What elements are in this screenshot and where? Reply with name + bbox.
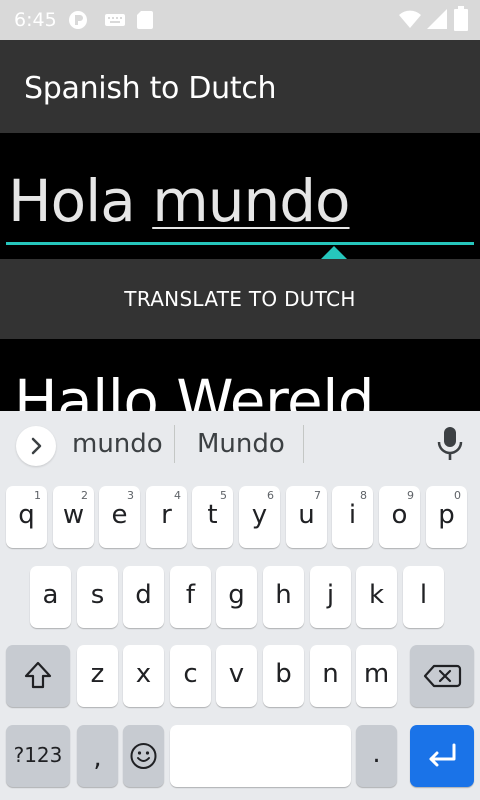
key-l[interactable]: l — [403, 566, 444, 628]
keyboard-icon — [105, 14, 125, 26]
wifi-icon — [399, 10, 421, 28]
enter-icon — [429, 743, 456, 767]
key-w[interactable]: 2w — [53, 486, 94, 548]
suggestion-divider — [174, 425, 175, 463]
key-u[interactable]: 7u — [286, 486, 327, 548]
enter-key[interactable] — [410, 725, 474, 787]
key-d[interactable]: d — [123, 566, 164, 628]
emoji-icon — [130, 743, 157, 769]
space-bar[interactable] — [170, 725, 351, 787]
output-text: Hallo Wereld — [14, 367, 375, 411]
key-p[interactable]: 0p — [426, 486, 467, 548]
translation-output: Hallo Wereld — [0, 339, 480, 411]
page-title: Spanish to Dutch — [24, 71, 277, 106]
status-bar: 6:45 — [0, 0, 480, 40]
key-q[interactable]: 1q — [6, 486, 47, 548]
key-e[interactable]: 3e — [99, 486, 140, 548]
suggestion-divider — [303, 425, 304, 463]
key-x[interactable]: x — [123, 645, 164, 707]
key-z[interactable]: z — [77, 645, 118, 707]
key-g[interactable]: g — [216, 566, 257, 628]
input-plain-text: Hola — [8, 167, 153, 235]
shift-key[interactable] — [6, 645, 70, 707]
key-j[interactable]: j — [310, 566, 351, 628]
expand-toolbar-button[interactable] — [16, 426, 56, 466]
period-key[interactable]: . — [356, 725, 397, 787]
status-time: 6:45 — [14, 9, 57, 31]
chevron-right-icon — [31, 437, 42, 455]
input-text[interactable]: Hola mundo — [8, 167, 351, 235]
app-notification-icon — [69, 11, 87, 29]
key-h[interactable]: h — [263, 566, 304, 628]
key-n[interactable]: n — [310, 645, 351, 707]
key-f[interactable]: f — [170, 566, 211, 628]
suggestion-1[interactable]: mundo — [72, 429, 163, 459]
key-y[interactable]: 6y — [239, 486, 280, 548]
comma-key[interactable]: , — [77, 725, 118, 787]
shift-icon — [24, 661, 52, 689]
key-c[interactable]: c — [170, 645, 211, 707]
soft-keyboard: mundo Mundo 1q 2w 3e 4r 5t 6y 7u 8i 9o 0… — [0, 411, 480, 800]
sd-card-icon — [137, 11, 153, 29]
spanish-input-field[interactable]: Hola mundo — [0, 133, 480, 274]
key-k[interactable]: k — [356, 566, 397, 628]
backspace-key[interactable] — [410, 645, 474, 707]
translate-button-label: TRANSLATE TO DUTCH — [124, 287, 356, 311]
symbols-key[interactable]: ?123 — [6, 725, 70, 787]
key-m[interactable]: m — [356, 645, 397, 707]
app-bar: Spanish to Dutch — [0, 40, 480, 133]
suggestion-strip: mundo Mundo — [0, 411, 480, 477]
key-a[interactable]: a — [30, 566, 71, 628]
key-i[interactable]: 8i — [332, 486, 373, 548]
key-o[interactable]: 9o — [379, 486, 420, 548]
input-underline — [6, 242, 474, 245]
microphone-icon[interactable] — [436, 425, 464, 461]
key-b[interactable]: b — [263, 645, 304, 707]
input-composing-text: mundo — [152, 167, 350, 235]
key-t[interactable]: 5t — [192, 486, 233, 548]
key-v[interactable]: v — [216, 645, 257, 707]
translate-button[interactable]: TRANSLATE TO DUTCH — [0, 259, 480, 339]
backspace-icon — [423, 664, 462, 688]
key-r[interactable]: 4r — [146, 486, 187, 548]
emoji-key[interactable] — [123, 725, 164, 787]
battery-icon — [454, 6, 468, 31]
signal-icon — [427, 9, 447, 29]
key-s[interactable]: s — [77, 566, 118, 628]
suggestion-2[interactable]: Mundo — [197, 429, 285, 459]
